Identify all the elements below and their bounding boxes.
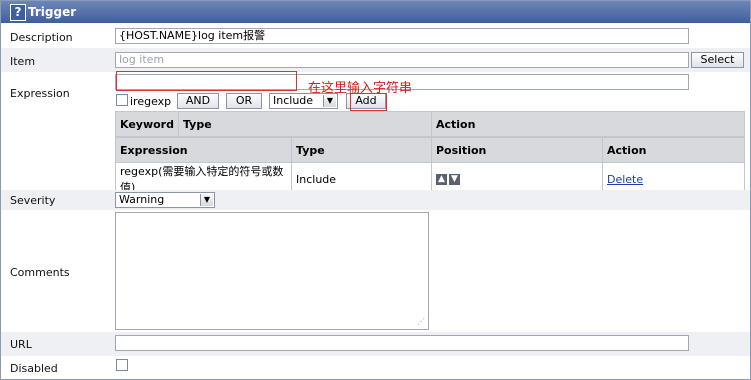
type-col-header: Type	[291, 137, 432, 163]
trigger-form: ? Trigger Description {HOST.NAME}log ite…	[0, 0, 751, 380]
form-title: Trigger	[28, 5, 77, 19]
or-button[interactable]: OR	[226, 93, 262, 109]
action-header: Action	[430, 111, 746, 137]
url-label: URL	[10, 338, 32, 351]
keyword-header: Keyword	[115, 111, 179, 137]
expression-row: Expression 在这里输入字符串 iregexp AND OR Inclu…	[1, 71, 750, 196]
disabled-label: Disabled	[10, 362, 58, 375]
disabled-checkbox[interactable]	[116, 359, 128, 371]
description-row: Description {HOST.NAME}log item报警	[1, 24, 750, 48]
move-down-icon[interactable]: ▼	[449, 174, 460, 185]
delete-link[interactable]: Delete	[607, 173, 643, 186]
comments-textarea[interactable]	[115, 212, 429, 330]
url-row: URL	[1, 332, 750, 356]
keyword-table: Keyword Type Action	[115, 111, 746, 137]
form-titlebar: ? Trigger	[1, 1, 750, 23]
and-button[interactable]: AND	[177, 93, 219, 109]
url-input[interactable]	[115, 335, 689, 351]
include-select-value: Include	[273, 94, 314, 107]
description-input[interactable]: {HOST.NAME}log item报警	[115, 28, 689, 44]
select-item-button[interactable]: Select	[691, 52, 744, 68]
comments-label: Comments	[10, 266, 70, 279]
item-input[interactable]: log item	[115, 52, 689, 68]
annotation-highlight-input	[116, 71, 297, 91]
chevron-down-icon: ▼	[323, 95, 336, 107]
expression-col-header: Expression	[115, 137, 292, 163]
item-label: Item	[10, 55, 36, 68]
type-header: Type	[177, 111, 432, 137]
include-select[interactable]: Include ▼	[269, 93, 338, 109]
item-row: Item log item Select	[1, 48, 750, 72]
action-col-header: Action	[602, 137, 745, 163]
expression-table: Expression Type Position Action regexp(需…	[115, 137, 745, 196]
move-up-icon[interactable]: ▲	[436, 174, 447, 185]
severity-select-value: Warning	[119, 193, 165, 206]
iregexp-label: iregexp	[130, 95, 172, 108]
severity-label: Severity	[10, 194, 56, 207]
resize-grip-icon[interactable]: ⋰	[417, 317, 425, 326]
position-col-header: Position	[431, 137, 603, 163]
help-icon[interactable]: ?	[10, 4, 26, 21]
keyword-table-header: Keyword Type Action	[115, 111, 746, 137]
severity-select[interactable]: Warning ▼	[115, 192, 215, 208]
annotation-highlight-add	[350, 93, 387, 111]
disabled-row: Disabled	[1, 356, 750, 378]
expression-label: Expression	[10, 87, 70, 100]
description-label: Description	[10, 31, 73, 44]
severity-row: Severity Warning ▼	[1, 190, 750, 210]
expression-table-header: Expression Type Position Action	[115, 137, 745, 163]
chevron-down-icon: ▼	[200, 194, 213, 206]
iregexp-checkbox[interactable]	[116, 94, 128, 106]
